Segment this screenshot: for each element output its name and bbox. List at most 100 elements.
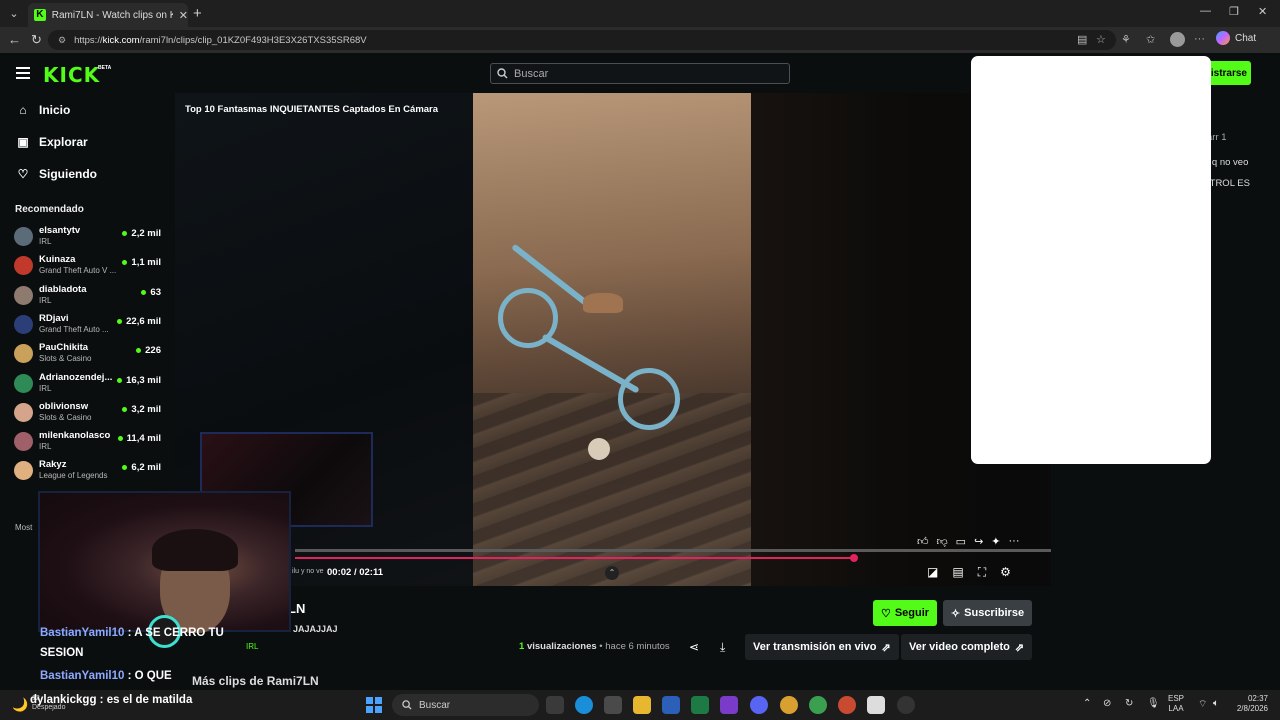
comment-icon[interactable]: ▭	[956, 535, 966, 548]
url-text: https://kick.com/rami7ln/clips/clip_01KZ…	[74, 34, 367, 46]
share-icon[interactable]: ↪	[974, 535, 983, 548]
chrome-alt-icon[interactable]	[838, 696, 856, 714]
close-window-icon[interactable]: ✕	[1258, 5, 1267, 18]
app-icon[interactable]	[720, 696, 738, 714]
profile-avatar[interactable]	[1170, 32, 1185, 47]
search-input[interactable]: Buscar	[490, 63, 790, 84]
chrome-profile-icon[interactable]	[809, 696, 827, 714]
moon-weather-icon[interactable]: 🌙	[12, 697, 28, 713]
language-indicator[interactable]: ESP LAA	[1168, 694, 1184, 714]
miniplayer-icon[interactable]: ◪	[927, 565, 938, 580]
sidebar-item-label: Siguiendo	[39, 167, 97, 181]
back-icon[interactable]: ←	[8, 32, 21, 47]
bullet: •	[599, 641, 603, 652]
minimize-icon[interactable]: —	[1200, 5, 1211, 17]
progress-track[interactable]	[295, 549, 1051, 552]
kick-logo[interactable]: KICK	[43, 63, 100, 87]
channel-row[interactable]: PauChikita Slots & Casino 226	[14, 341, 162, 367]
channel-row[interactable]: diabladota IRL 63	[14, 283, 162, 309]
copilot-chat-button[interactable]: Chat	[1216, 31, 1256, 45]
collections-icon[interactable]: ✩	[1146, 33, 1155, 46]
sidebar-item-following[interactable]: ♡ Siguiendo	[17, 167, 97, 181]
progress-handle[interactable]	[850, 554, 858, 562]
taskbar-clock[interactable]: 02:37 2/8/2026	[1228, 694, 1268, 714]
video-frame	[473, 93, 751, 586]
channel-category: IRL	[39, 383, 52, 393]
show-more-link[interactable]: Most	[15, 523, 32, 532]
training-wheel	[588, 438, 610, 460]
url-field[interactable]: ⚙ https://kick.com/rami7ln/clips/clip_01…	[48, 30, 1116, 50]
category-tag[interactable]: IRL	[246, 642, 258, 651]
channel-name: Kuinaza	[39, 254, 76, 266]
refresh-icon[interactable]: ↻	[31, 32, 42, 48]
sidebar-item-explore[interactable]: ▣ Explorar	[17, 135, 87, 149]
share-icon[interactable]: ⋖	[689, 640, 699, 654]
channel-row[interactable]: Adrianozendej... IRL 16,3 mil	[14, 371, 162, 397]
channel-row[interactable]: Rakyz League of Legends 6,2 mil	[14, 458, 162, 484]
settings-app-icon[interactable]	[604, 696, 622, 714]
external-link-icon: ⇗	[1014, 641, 1025, 654]
taskbar-search[interactable]: Buscar	[392, 694, 539, 716]
download-icon[interactable]: ⤓	[720, 640, 725, 655]
subscribe-button[interactable]: ✧ Suscribirse	[943, 600, 1032, 626]
live-dot-icon	[141, 289, 147, 295]
sidebar-item-home[interactable]: ⌂ Inicio	[17, 103, 70, 117]
store-icon[interactable]	[867, 696, 885, 714]
fullscreen-icon[interactable]: ⛶	[978, 565, 986, 580]
viewer-count: 2,2 mil	[122, 228, 161, 239]
sparkle-icon[interactable]: ✦	[991, 535, 1000, 548]
task-view-icon[interactable]	[546, 696, 564, 714]
channel-category: IRL	[39, 295, 52, 305]
tab-close-icon[interactable]: ✕	[179, 9, 188, 22]
favorite-icon[interactable]: ☆	[1096, 33, 1106, 46]
external-link-icon: ⇗	[881, 641, 891, 654]
settings-icon[interactable]: ⚙	[1000, 565, 1011, 580]
blank-popup-panel[interactable]	[971, 56, 1211, 464]
like-icon[interactable]: 👍︎	[917, 535, 929, 548]
dislike-icon[interactable]: 👎︎	[937, 535, 948, 548]
channel-avatar	[14, 344, 33, 364]
tray-sync-icon[interactable]: ↻	[1125, 698, 1133, 709]
more-options-icon[interactable]: ···	[1009, 535, 1020, 548]
live-dot-icon	[117, 377, 123, 383]
more-menu-icon[interactable]: ···	[1194, 33, 1205, 45]
reader-icon[interactable]: ▤	[1077, 33, 1087, 46]
theater-icon[interactable]: ▤	[952, 565, 963, 580]
tray-network-off-icon[interactable]: ⊘	[1103, 698, 1111, 709]
menu-icon[interactable]	[16, 67, 30, 79]
start-icon[interactable]	[366, 697, 382, 713]
discord-icon[interactable]	[750, 696, 768, 714]
word-icon[interactable]	[662, 696, 680, 714]
time-ago: hace 6 minutos	[605, 641, 670, 652]
channel-row[interactable]: oblivionsw Slots & Casino 3,2 mil	[14, 400, 162, 426]
channel-row[interactable]: Kuinaza Grand Theft Auto V ... 1,1 mil	[14, 253, 162, 279]
chevron-up-icon[interactable]: ⌃	[605, 566, 619, 580]
tab-list-chevron-icon[interactable]: ⌄	[6, 6, 22, 22]
file-explorer-icon[interactable]	[633, 696, 651, 714]
chat-label: Chat	[1235, 32, 1257, 44]
tray-wifi-icon[interactable]: ⌔	[1198, 698, 1207, 711]
channel-row[interactable]: RDjavi Grand Theft Auto ... 22,6 mil	[14, 312, 162, 338]
tray-mic-icon[interactable]: 🎙︎	[1147, 698, 1160, 709]
browser-tab[interactable]: K Rami7LN - Watch clips on Kick ✕	[28, 3, 188, 27]
tray-volume-icon[interactable]: 🔈︎	[1213, 698, 1219, 709]
progress-fill	[295, 557, 854, 559]
maximize-icon[interactable]: ❐	[1229, 5, 1239, 18]
home-icon: ⌂	[19, 103, 27, 117]
edge-icon[interactable]	[575, 696, 593, 714]
follow-button[interactable]: ♡ Seguir	[873, 600, 937, 626]
channel-name: diabladota	[39, 283, 87, 295]
tray-chevron-icon[interactable]: ⌃	[1083, 698, 1091, 709]
channel-row[interactable]: milenkanolasco IRL 11,4 mil	[14, 429, 162, 455]
channel-name: Rakyz	[39, 459, 67, 471]
extensions-icon[interactable]: ⚘	[1121, 33, 1131, 46]
watch-live-button[interactable]: Ver transmisión en vivo ⇗	[745, 634, 899, 660]
watch-full-video-button[interactable]: Ver video completo ⇗	[901, 634, 1033, 660]
obs-icon[interactable]	[897, 696, 915, 714]
site-info-icon[interactable]: ⚙	[58, 35, 66, 46]
channel-row[interactable]: elsantytv IRL 2,2 mil	[14, 224, 162, 250]
new-tab-icon[interactable]: +	[193, 5, 202, 22]
excel-icon[interactable]	[691, 696, 709, 714]
chrome-icon[interactable]	[780, 696, 798, 714]
browse-icon: ▣	[17, 135, 29, 149]
